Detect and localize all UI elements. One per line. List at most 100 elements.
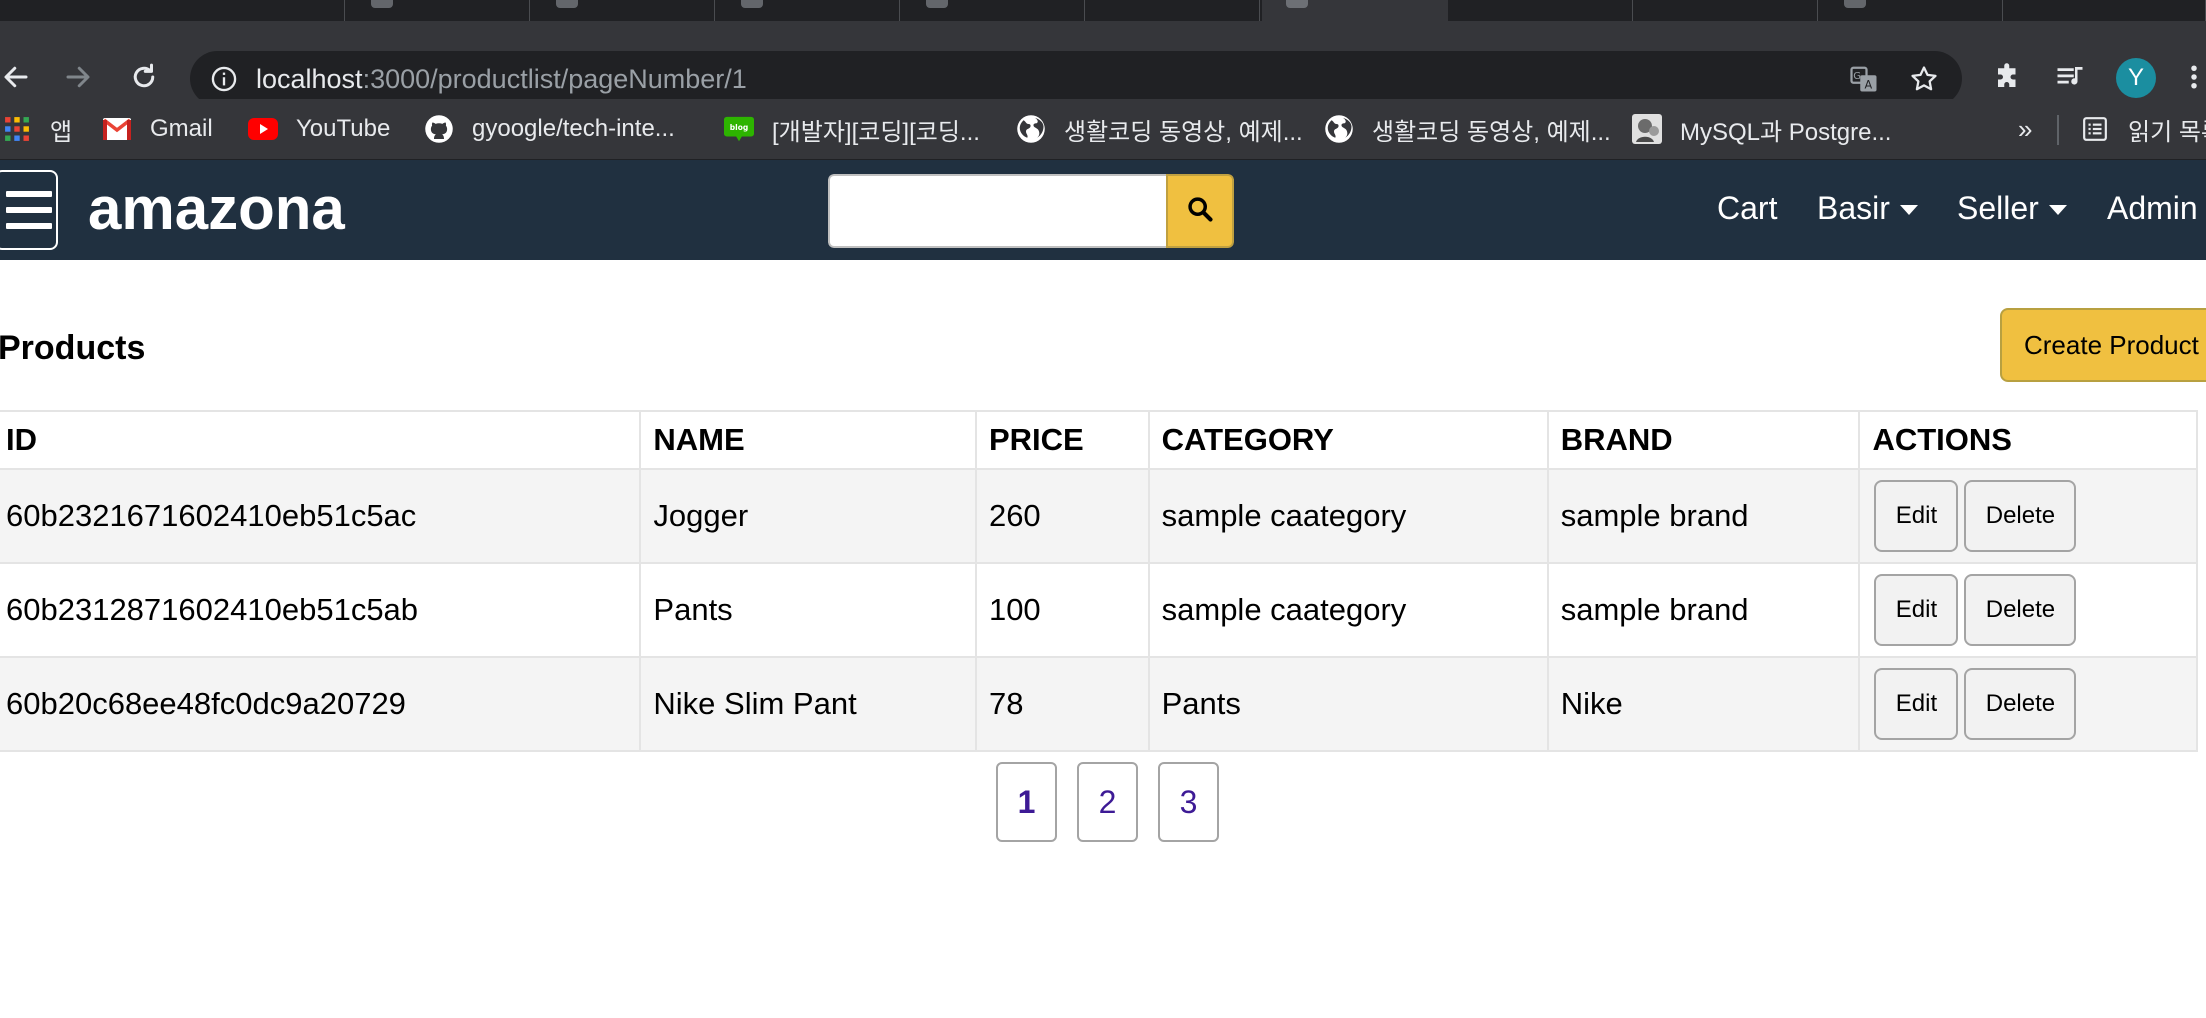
browser-tab[interactable]	[345, 0, 530, 21]
cell-id: 60b20c68ee48fc0dc9a20729	[0, 656, 642, 752]
brand-logo-link[interactable]: amazona	[88, 176, 345, 242]
products-table: ID NAME PRICE CATEGORY BRAND ACTIONS 60b…	[0, 410, 2198, 752]
svg-text:A: A	[1865, 78, 1873, 91]
table-row: 60b2312871602410eb51c5ab Pants 100 sampl…	[0, 562, 2198, 658]
tab-favicon-icon	[1844, 0, 1866, 8]
page-link-2[interactable]: 2	[1077, 762, 1138, 842]
bookmark-mysql[interactable]: MySQL과 Postgre...	[1632, 111, 1891, 147]
search-icon	[1186, 195, 1214, 228]
bookmark-blog[interactable]: blog [개발자][코딩][코딩...	[724, 111, 980, 147]
bookmarks-bar: 앱 Gmail YouTube gyoogle/tech-inte... blo…	[0, 99, 2206, 160]
address-bar[interactable]: localhost:3000/productlist/pageNumber/1 …	[190, 51, 1962, 106]
bookmark-star-icon[interactable]	[1908, 63, 1940, 95]
delete-button[interactable]: Delete	[1964, 480, 2077, 552]
cart-label: Cart	[1717, 190, 1778, 226]
browser-menu-icon[interactable]	[2184, 59, 2204, 95]
bookmark-github[interactable]: gyoogle/tech-inte...	[424, 111, 675, 147]
seller-label: Seller	[1957, 190, 2039, 226]
pagination: 1 2 3	[996, 762, 1219, 842]
browser-tab[interactable]	[1633, 0, 1818, 21]
browser-tab[interactable]	[715, 0, 900, 21]
column-header-category: CATEGORY	[1147, 410, 1549, 470]
site-info-icon[interactable]	[210, 65, 238, 98]
gmail-icon	[102, 114, 132, 144]
cell-category: Pants	[1147, 656, 1549, 752]
bookmark-globe[interactable]: 생활코딩 동영상, 예제...	[1324, 111, 1611, 147]
browser-tab[interactable]	[160, 0, 345, 21]
bookmark-label: 생활코딩 동영상, 예제...	[1372, 118, 1611, 146]
bookmark-apps[interactable]: 앱	[2, 111, 72, 147]
delete-button[interactable]: Delete	[1964, 668, 2077, 740]
reload-icon[interactable]	[126, 59, 162, 95]
cell-actions: Edit Delete	[1858, 562, 2198, 658]
reading-list-icon	[2080, 114, 2110, 144]
reading-list-button[interactable]: 읽기 목록	[2080, 111, 2206, 147]
translate-icon[interactable]: AG	[1848, 63, 1880, 95]
bookmark-label: 앱	[50, 118, 73, 146]
url-text: localhost:3000/productlist/pageNumber/1	[256, 64, 747, 94]
cell-id: 60b2321671602410eb51c5ac	[0, 468, 642, 564]
tab-favicon-icon	[1286, 0, 1308, 8]
seller-dropdown[interactable]: Seller	[1957, 188, 2067, 228]
cell-brand: sample brand	[1546, 468, 1861, 564]
browser-tab-strip	[0, 0, 2206, 21]
hamburger-bar	[6, 191, 52, 197]
tab-favicon-icon	[371, 0, 393, 8]
browser-tab[interactable]	[530, 0, 715, 21]
search-input[interactable]	[828, 174, 1166, 248]
search-button[interactable]	[1166, 174, 1234, 248]
menu-hamburger-icon[interactable]	[0, 170, 58, 250]
svg-text:G: G	[1853, 71, 1861, 82]
globe-icon	[1016, 114, 1046, 144]
cell-brand: Nike	[1546, 656, 1861, 752]
create-product-button[interactable]: Create Product	[2000, 308, 2206, 382]
page-link-3[interactable]: 3	[1158, 762, 1219, 842]
search-form	[828, 174, 1234, 248]
edit-button[interactable]: Edit	[1874, 574, 1959, 646]
bookmarks-divider	[2057, 115, 2059, 145]
user-label: Basir	[1817, 190, 1890, 226]
cart-link[interactable]: Cart	[1717, 188, 1777, 228]
edit-button[interactable]: Edit	[1874, 480, 1959, 552]
cell-category: sample caategory	[1147, 468, 1549, 564]
browser-tab[interactable]	[1448, 0, 1633, 21]
table-header-row: ID NAME PRICE CATEGORY BRAND ACTIONS	[0, 410, 2198, 470]
media-queue-icon[interactable]	[2052, 59, 2088, 95]
bookmark-gmail[interactable]: Gmail	[102, 111, 213, 147]
bookmarks-overflow-button[interactable]: »	[2018, 111, 2032, 147]
bookmark-label: [개발자][코딩][코딩...	[772, 118, 980, 146]
profile-avatar[interactable]: Y	[2116, 58, 2156, 98]
edit-button[interactable]: Edit	[1874, 668, 1959, 740]
browser-tab-active[interactable]	[1262, 0, 1448, 21]
bookmark-globe[interactable]: 생활코딩 동영상, 예제...	[1016, 111, 1303, 147]
hamburger-bar	[6, 223, 52, 229]
browser-tab[interactable]	[900, 0, 1085, 21]
browser-tab[interactable]	[1085, 0, 1260, 21]
delete-button[interactable]: Delete	[1964, 574, 2077, 646]
back-arrow-icon[interactable]	[0, 59, 34, 95]
cell-price: 100	[974, 562, 1150, 658]
user-dropdown[interactable]: Basir	[1817, 188, 1918, 228]
cell-name: Nike Slim Pant	[639, 656, 977, 752]
page-title: Products	[0, 329, 146, 367]
caret-down-icon	[1899, 205, 1918, 215]
column-header-actions: ACTIONS	[1858, 410, 2198, 470]
cell-price: 260	[974, 468, 1150, 564]
extensions-puzzle-icon[interactable]	[1990, 59, 2026, 95]
cell-name: Pants	[639, 562, 977, 658]
forward-arrow-icon[interactable]	[60, 59, 96, 95]
cell-category: sample caategory	[1147, 562, 1549, 658]
cell-name: Jogger	[639, 468, 977, 564]
bookmark-label: 생활코딩 동영상, 예제...	[1064, 118, 1303, 146]
page-link-1[interactable]: 1	[996, 762, 1057, 842]
column-header-id: ID	[0, 410, 642, 470]
tab-favicon-icon	[556, 0, 578, 8]
globe-icon	[1324, 114, 1354, 144]
browser-tab[interactable]	[1818, 0, 2003, 21]
cell-price: 78	[974, 656, 1150, 752]
column-header-name: NAME	[639, 410, 977, 470]
bookmark-youtube[interactable]: YouTube	[248, 111, 390, 147]
bookmark-label: gyoogle/tech-inte...	[472, 115, 675, 142]
browser-tab[interactable]	[2003, 0, 2206, 21]
admin-dropdown[interactable]: Admin	[2107, 188, 2198, 228]
